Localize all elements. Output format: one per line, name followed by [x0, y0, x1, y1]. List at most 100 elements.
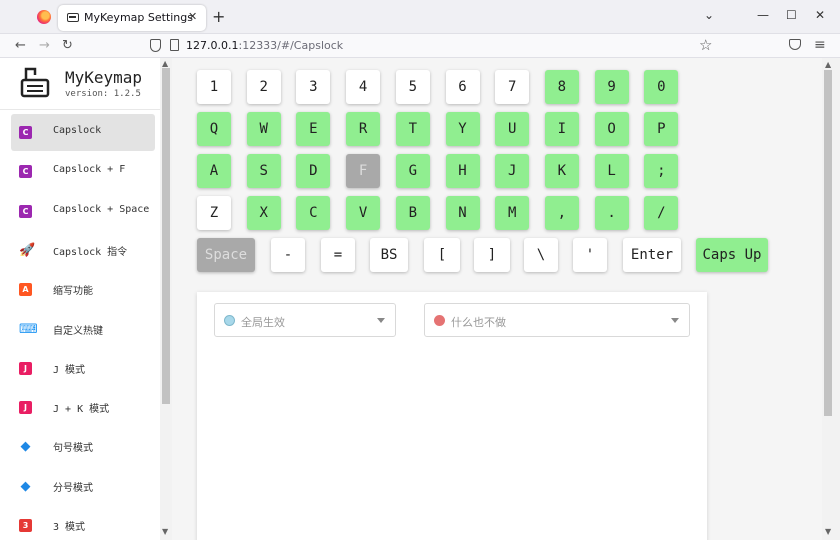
key-button[interactable]: Space — [197, 238, 255, 272]
key-button[interactable]: X — [246, 196, 281, 230]
sidebar-item[interactable]: 3 3 模式 — [11, 507, 155, 540]
key-button[interactable]: [ — [424, 238, 460, 272]
key-button[interactable]: Q — [197, 112, 231, 146]
list-tabs-button[interactable]: ⌄ — [704, 8, 714, 22]
key-button[interactable]: 6 — [445, 70, 480, 104]
scope-select-value: 全局生效 — [241, 316, 285, 329]
close-window-button[interactable]: ✕ — [815, 8, 825, 22]
key-button[interactable]: , — [544, 196, 579, 230]
key-button[interactable]: \ — [524, 238, 558, 272]
key-button[interactable]: H — [445, 154, 480, 188]
sidebar-item[interactable]: ◆ 句号模式 — [11, 428, 155, 465]
scope-select[interactable]: 全局生效 — [214, 303, 396, 337]
sidebar-item[interactable]: J J 模式 — [11, 350, 155, 387]
key-button[interactable]: C — [296, 196, 331, 230]
sidebar-item[interactable]: C Capslock + F — [11, 153, 155, 190]
key-button[interactable]: = — [321, 238, 355, 272]
key-button[interactable]: J — [495, 154, 530, 188]
key-button[interactable]: 7 — [495, 70, 530, 104]
key-button[interactable]: Z — [197, 196, 231, 230]
key-button[interactable]: . — [594, 196, 629, 230]
key-button[interactable]: M — [495, 196, 530, 230]
key-button[interactable]: Y — [445, 112, 480, 146]
back-button[interactable]: ← — [15, 38, 26, 53]
scroll-up-arrow-icon[interactable]: ▲ — [825, 60, 831, 69]
tab-title: MyKeymap Settings — [84, 11, 193, 24]
tracking-shield-icon[interactable] — [150, 39, 161, 52]
sidebar-item-icon: ⌨ — [19, 321, 38, 337]
new-tab-button[interactable]: + — [212, 7, 225, 26]
key-button[interactable]: V — [346, 196, 381, 230]
key-button[interactable]: Caps Up — [696, 238, 768, 272]
key-button[interactable]: N — [445, 196, 480, 230]
main-scroll-thumb[interactable] — [824, 70, 832, 416]
reload-button[interactable]: ↻ — [62, 38, 73, 53]
key-button[interactable]: - — [271, 238, 305, 272]
sidebar: MyKeymap version: 1.2.5 C Capslock C Capslo… — [0, 58, 172, 540]
firefox-icon[interactable] — [37, 10, 51, 24]
sidebar-scroll-thumb[interactable] — [162, 68, 170, 404]
key-button[interactable]: K — [544, 154, 579, 188]
sidebar-item[interactable]: ⌨ 自定义热键 — [11, 311, 155, 348]
sidebar-item-icon: ◆ — [20, 439, 31, 455]
key-button[interactable]: 8 — [544, 70, 579, 104]
key-button[interactable]: 4 — [346, 70, 381, 104]
address-bar[interactable]: 127.0.0.1:12333/#/Capslock — [186, 39, 343, 52]
sidebar-item-label: Capslock 指令 — [53, 246, 128, 258]
forward-button[interactable]: → — [39, 38, 50, 53]
key-button[interactable]: T — [395, 112, 430, 146]
key-button[interactable]: Enter — [623, 238, 681, 272]
sidebar-item[interactable]: J J + K 模式 — [11, 389, 155, 426]
key-button[interactable]: / — [644, 196, 679, 230]
close-tab-icon[interactable]: ✕ — [188, 10, 197, 23]
key-button[interactable]: 3 — [296, 70, 331, 104]
sidebar-item[interactable]: ◆ 分号模式 — [11, 468, 155, 505]
key-button[interactable]: 5 — [395, 70, 430, 104]
scroll-up-arrow-icon[interactable]: ▲ — [162, 59, 168, 68]
sidebar-item[interactable]: A 缩写功能 — [11, 271, 155, 308]
key-button[interactable]: L — [594, 154, 629, 188]
action-select[interactable]: 什么也不做 — [424, 303, 690, 337]
sidebar-item-label: J + K 模式 — [53, 404, 110, 416]
no-entry-icon — [434, 315, 445, 326]
hamburger-menu-icon[interactable]: ≡ — [814, 37, 826, 53]
pocket-icon[interactable] — [789, 39, 801, 50]
key-button[interactable]: B — [395, 196, 430, 230]
key-button[interactable]: ' — [573, 238, 607, 272]
sidebar-item-label: Capslock — [53, 125, 102, 136]
key-button[interactable]: 0 — [644, 70, 679, 104]
key-button[interactable]: BS — [370, 238, 408, 272]
sidebar-item-label: 缩写功能 — [53, 286, 93, 298]
key-button[interactable]: ] — [474, 238, 510, 272]
key-button[interactable]: 9 — [594, 70, 629, 104]
key-button[interactable]: ; — [644, 154, 679, 188]
sidebar-item[interactable]: C Capslock + Space — [11, 193, 155, 230]
key-button[interactable]: I — [544, 112, 579, 146]
keyboard-logo-icon — [20, 67, 50, 98]
key-button[interactable]: E — [296, 112, 331, 146]
minimize-button[interactable]: — — [757, 8, 769, 22]
sidebar-item-icon: C — [19, 204, 32, 218]
key-button[interactable]: A — [197, 154, 231, 188]
key-button[interactable]: R — [346, 112, 381, 146]
key-button[interactable]: 2 — [246, 70, 281, 104]
key-button[interactable]: G — [395, 154, 430, 188]
key-button[interactable]: P — [644, 112, 679, 146]
sidebar-item[interactable]: C Capslock — [11, 114, 155, 151]
maximize-button[interactable]: ☐ — [786, 8, 797, 22]
key-button[interactable]: F — [346, 154, 381, 188]
sidebar-item-icon: C — [19, 165, 32, 179]
action-select-value: 什么也不做 — [451, 316, 506, 329]
key-button[interactable]: U — [495, 112, 530, 146]
scroll-down-arrow-icon[interactable]: ▼ — [162, 527, 168, 536]
browser-tab[interactable]: MyKeymap Settings ✕ — [58, 5, 206, 31]
key-button[interactable]: S — [246, 154, 281, 188]
page-info-icon[interactable] — [170, 39, 179, 51]
sidebar-item[interactable]: 🚀 Capslock 指令 — [11, 232, 155, 269]
bookmark-star-icon[interactable]: ☆ — [699, 36, 712, 54]
scroll-down-arrow-icon[interactable]: ▼ — [825, 527, 831, 536]
key-button[interactable]: 1 — [197, 70, 231, 104]
key-button[interactable]: O — [594, 112, 629, 146]
key-button[interactable]: W — [246, 112, 281, 146]
key-button[interactable]: D — [296, 154, 331, 188]
